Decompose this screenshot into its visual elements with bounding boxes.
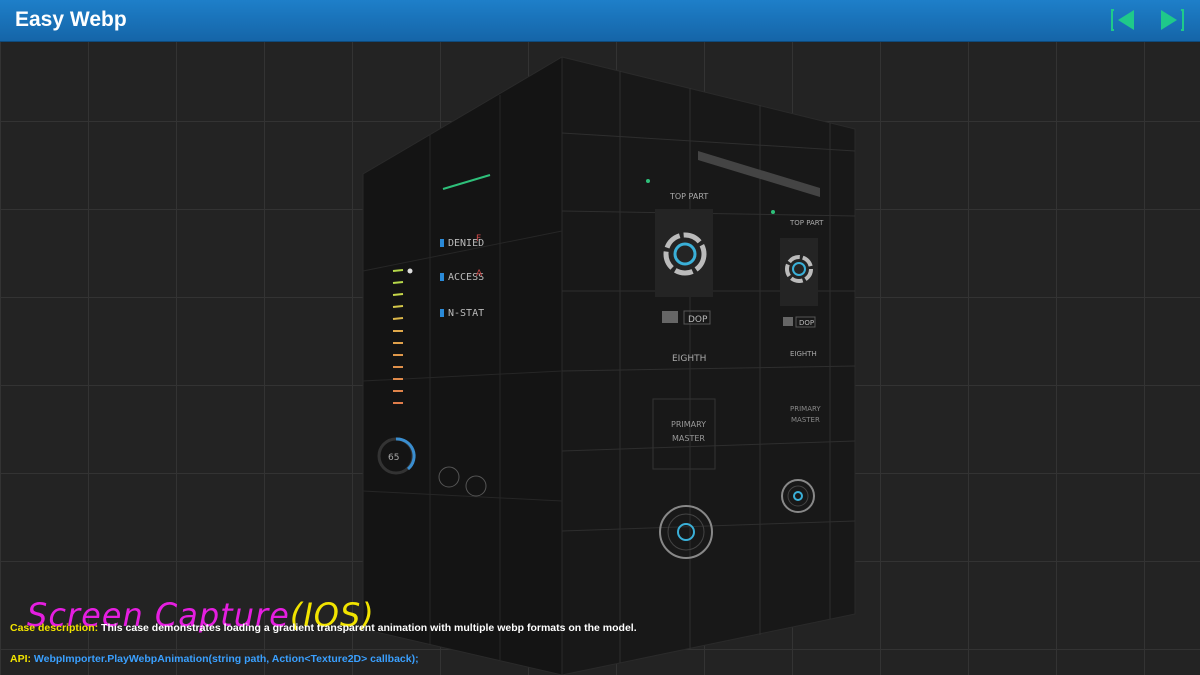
cube-left-face [362,56,563,675]
case-description-label: Case description: [10,622,99,634]
case-description: Case description: This case demonstrates… [10,622,637,634]
cube-right-face [561,56,856,675]
triangle-left-green-icon [1111,9,1134,31]
api-text: WebpImporter.PlayWebpAnimation(string pa… [33,653,419,665]
api-label: API: [10,653,31,665]
eighth-label-2: EIGHTH [790,350,817,358]
dop-label-2: DOP [799,319,814,327]
primary-label: PRIMARY [671,420,706,429]
top-part-label-2: TOP PART [789,219,824,227]
next-button[interactable] [1155,7,1185,33]
svg-text:F: F [476,234,481,244]
3d-viewport: DENIED F ACCESS A N-STAT 65 TOP PART TOP… [0,41,1200,675]
nstat-label: N-STAT [448,308,484,319]
master-label: MASTER [672,434,705,443]
previous-button[interactable] [1110,7,1140,33]
primary-label-2: PRIMARY [790,405,821,413]
cube-model: DENIED F ACCESS A N-STAT 65 TOP PART TOP… [362,56,856,675]
eighth-label: EIGHTH [672,354,706,364]
dial-value: 65 [388,453,399,463]
dop-indicator [662,311,678,323]
svg-text:A: A [476,269,483,279]
title-bar: Easy Webp [0,0,1200,41]
case-description-text: This case demonstrates loading a gradien… [101,622,637,634]
api-line: API: WebpImporter.PlayWebpAnimation(stri… [10,653,419,665]
top-part-label: TOP PART [669,192,708,201]
app-title: Easy Webp [15,8,127,31]
master-label-2: MASTER [791,416,820,424]
dop-label: DOP [688,315,708,325]
triangle-right-green-icon [1161,9,1184,31]
